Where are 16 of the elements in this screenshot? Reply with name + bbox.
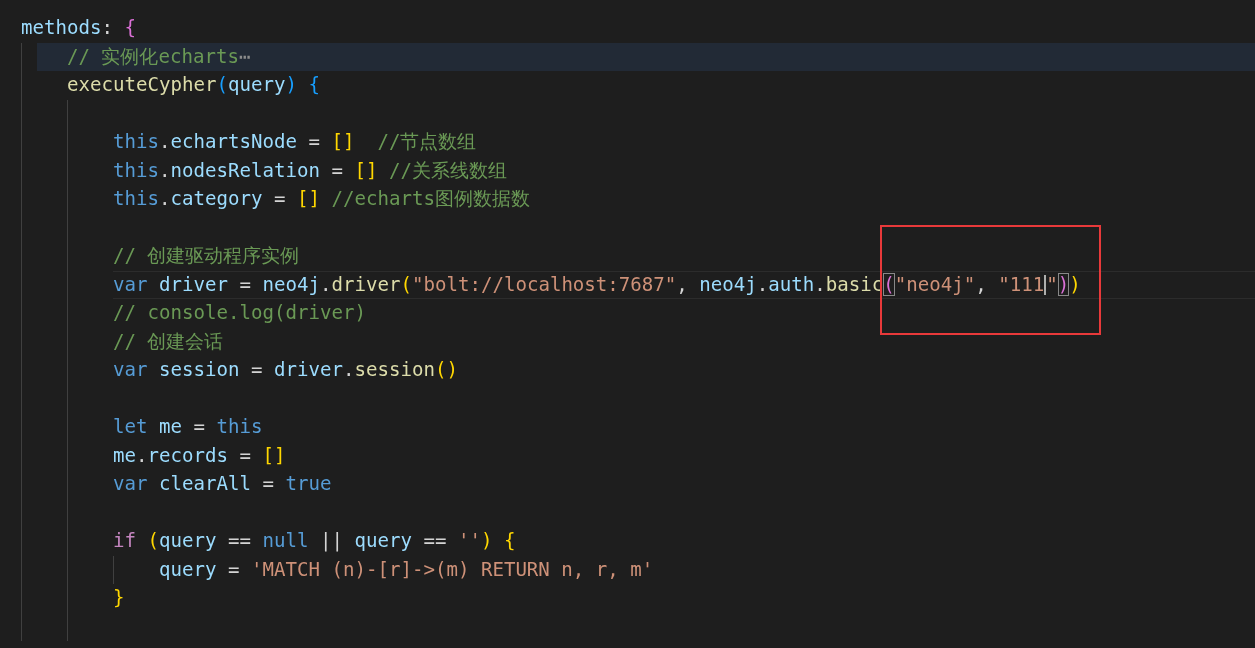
code-line: var driver = neo4j.driver("bolt://localhost:7687", neo4j.auth.basic("neo4j", "111"))	[113, 270, 1255, 299]
code-line: this.nodesRelation = [] //关系线数组	[113, 157, 508, 184]
code-line: if (query == null || query == '') {	[113, 528, 517, 554]
code-line: methods: {	[21, 15, 137, 41]
code-line: this.category = [] //echarts图例数据数	[113, 186, 531, 212]
code-line: let me = this	[113, 414, 264, 440]
code-line: query = 'MATCH (n)-[r]->(m) RETURN n, r, m'	[159, 556, 655, 583]
code-line: // console.log(driver)	[113, 300, 367, 326]
code-line: executeCypher(query) {	[67, 72, 321, 98]
code-line: this.echartsNode = [] //节点数组	[113, 129, 478, 155]
code-line: // 创建会话	[113, 328, 225, 355]
code-line: me.records = []	[113, 442, 287, 469]
code-line: // 创建驱动程序实例	[113, 243, 301, 269]
code-line: var clearAll = true	[113, 471, 333, 497]
code-line: }	[113, 585, 126, 611]
code-line: var session = driver.session()	[113, 357, 459, 383]
